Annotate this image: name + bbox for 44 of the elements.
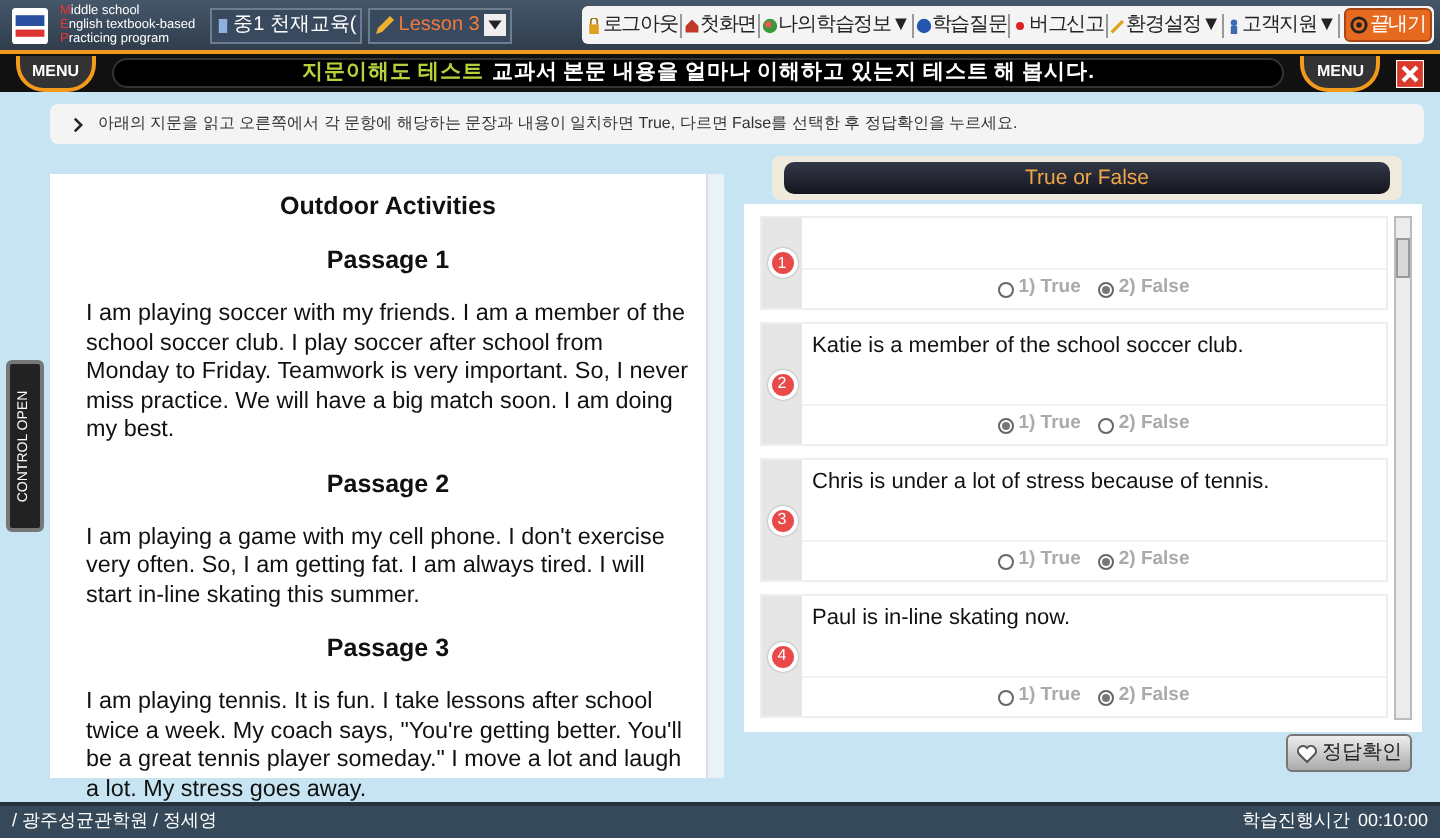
menu-link[interactable]: 환경설정▼	[1107, 13, 1224, 37]
question-number: 4	[767, 641, 797, 671]
menu-button[interactable]: MENU	[1300, 55, 1380, 91]
dot-icon	[1012, 17, 1029, 33]
question-number: 3	[767, 505, 797, 535]
menu-button[interactable]: MENU	[16, 55, 96, 91]
close-icon[interactable]	[1396, 59, 1424, 87]
instruction-text: 아래의 지문을 읽고 오른쪽에서 각 문항에 해당하는 문장과 내용이 일치하면 True, 다르면 False를 선택한 후 정답확인을 누르세요.	[98, 112, 1018, 136]
passage-heading: Passage 1	[324, 246, 452, 276]
passage-text: I am playing soccer with my friends. I am a member of the school soccer club. I play soccer after school from Monday to Friday. Teamwork is very important. So, I never miss practice. We will have a big match soon. I am doing my best.	[86, 300, 690, 445]
person-icon	[1225, 17, 1242, 33]
menu-link[interactable]: 나의학습정보▼	[760, 13, 914, 37]
lock-icon	[586, 17, 603, 33]
logo-icon	[6, 7, 54, 43]
menu-link[interactable]: 학습질문	[913, 13, 1011, 37]
reading-title: Outdoor Activities	[278, 192, 498, 222]
chevron-icon	[70, 115, 86, 133]
menu-link[interactable]: 고객지원▼	[1223, 13, 1340, 37]
scrollbar[interactable]	[1394, 216, 1412, 720]
globe-icon	[762, 17, 779, 33]
time-label: 학습진행시간	[1241, 810, 1350, 831]
quiz-title: True or False	[784, 162, 1390, 194]
course-dropdown[interactable]: 중1 천재교육(	[209, 7, 363, 43]
house-icon	[683, 17, 700, 33]
question-number: 2	[767, 369, 797, 399]
question-number: 1	[767, 248, 797, 278]
question-text: Katie is a member of the school soccer club.	[810, 332, 1246, 362]
power-icon	[1349, 16, 1368, 34]
scrollbar[interactable]	[706, 174, 724, 778]
check-answer-button[interactable]: 정답확인	[1286, 734, 1412, 772]
passage-heading: Passage 3	[324, 634, 452, 664]
question-text: Chris is under a lot of stress because of tennis.	[810, 468, 1272, 498]
elapsed-time: 00:10:00	[1357, 810, 1428, 831]
page-title: 지문이해도 테스트 교과서 본문 내용을 얼마나 이해하고 있는지 테스트 해 봅시다.	[111, 58, 1285, 88]
passage-text: I am playing tennis. It is fun. I take lessons after school twice a week. My coach says, "You're getting better. You'll be a great tennis player someday." I move a lot and laugh a lot. My stress goes away.	[86, 688, 684, 804]
menu-link[interactable]: 로그아웃	[584, 13, 682, 37]
passage-text: I am playing a game with my cell phone. I don't exercise very often. So, I am getting fat. I am always tired. I will start in-line skating this summer.	[86, 523, 667, 610]
caret-icon	[483, 14, 506, 36]
user-info: / 광주성균관학원 / 정세영	[12, 808, 218, 835]
pencil-icon	[374, 15, 395, 35]
menu-link[interactable]: 버그신고	[1010, 13, 1108, 37]
passage-heading: Passage 2	[324, 469, 452, 499]
menu-link[interactable]: 첫화면	[681, 13, 761, 37]
question-text: Paul is in-line skating now.	[810, 604, 1073, 634]
